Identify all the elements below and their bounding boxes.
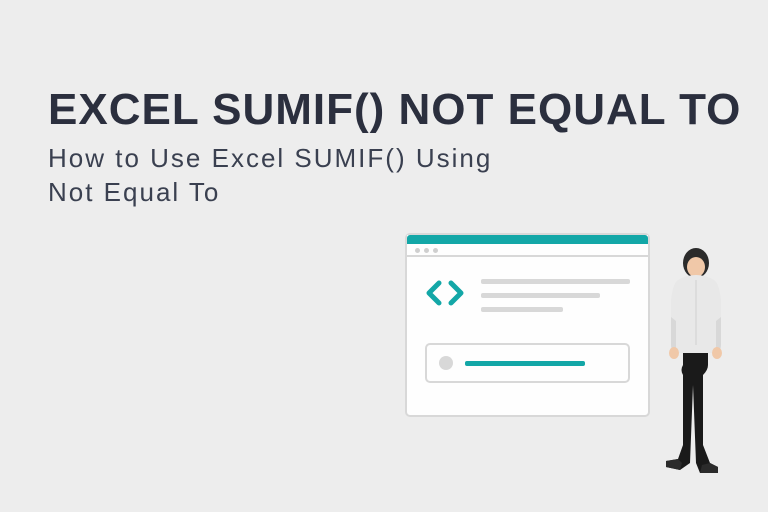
input-placeholder [425,343,630,383]
page-title: EXCEL SUMIF() NOT EQUAL TO [48,88,741,132]
person-illustration [658,245,738,485]
browser-illustration [405,233,650,417]
input-line-icon [465,361,585,366]
page-subtitle: How to Use Excel SUMIF() Using Not Equal… [48,142,508,210]
window-controls-icon [415,248,438,253]
input-circle-icon [439,356,453,370]
browser-titlebar [407,235,648,257]
placeholder-lines [481,273,630,321]
browser-content [407,257,648,399]
code-brackets-icon [425,273,465,313]
